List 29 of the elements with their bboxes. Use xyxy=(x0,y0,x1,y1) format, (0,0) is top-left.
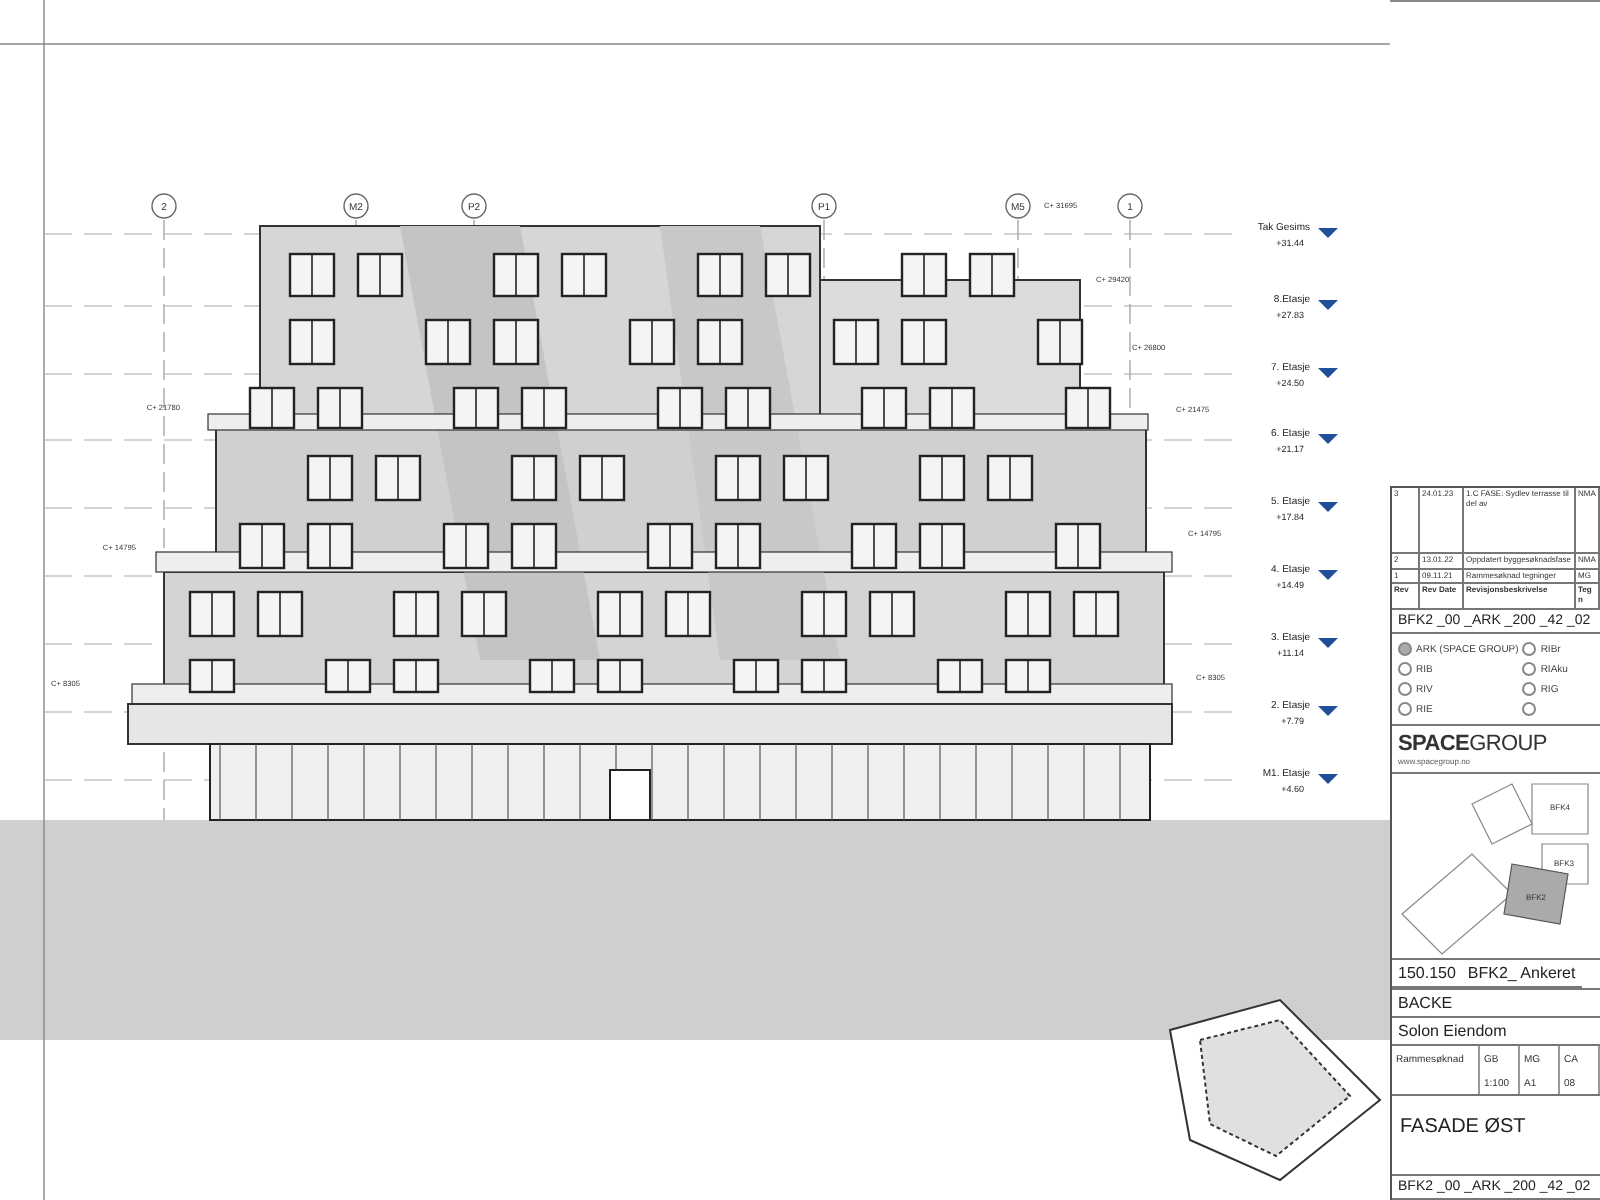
grid-bubble xyxy=(151,193,177,219)
drawing-title: FASADE ØST xyxy=(1392,1096,1600,1176)
project-number: 150.150 xyxy=(1392,960,1462,988)
radio-button[interactable] xyxy=(1398,682,1412,696)
project-name: BFK2_ Ankeret xyxy=(1461,960,1582,988)
radio-button[interactable] xyxy=(1522,682,1537,696)
client-name: BACKE xyxy=(1392,990,1600,1018)
grid-bubble xyxy=(811,193,837,219)
level-marker-icon xyxy=(1318,368,1338,378)
company-logo: SPACEGROUP xyxy=(1398,732,1549,756)
grid-bubble xyxy=(1117,193,1143,219)
radio-button[interactable] xyxy=(1522,642,1537,656)
level-marker-icon xyxy=(1318,570,1338,580)
radio-button[interactable] xyxy=(1522,702,1537,716)
level-marker-icon xyxy=(1318,638,1338,648)
grid-bubble xyxy=(461,193,487,219)
radio-button[interactable] xyxy=(1398,662,1412,676)
level-marker-icon xyxy=(1318,300,1338,310)
radio-button[interactable] xyxy=(1522,662,1537,676)
level-marker-icon xyxy=(1318,502,1338,512)
radio-button[interactable] xyxy=(1398,702,1412,716)
grid-bubble xyxy=(1005,193,1031,219)
owner-name: Solon Eiendom xyxy=(1392,1018,1600,1046)
radio-button[interactable] xyxy=(1398,642,1412,656)
grid-bubble xyxy=(343,193,369,219)
level-marker-icon xyxy=(1318,774,1338,784)
level-marker-icon xyxy=(1318,434,1338,444)
level-marker-icon xyxy=(1318,228,1338,238)
level-marker-icon xyxy=(1318,706,1338,716)
